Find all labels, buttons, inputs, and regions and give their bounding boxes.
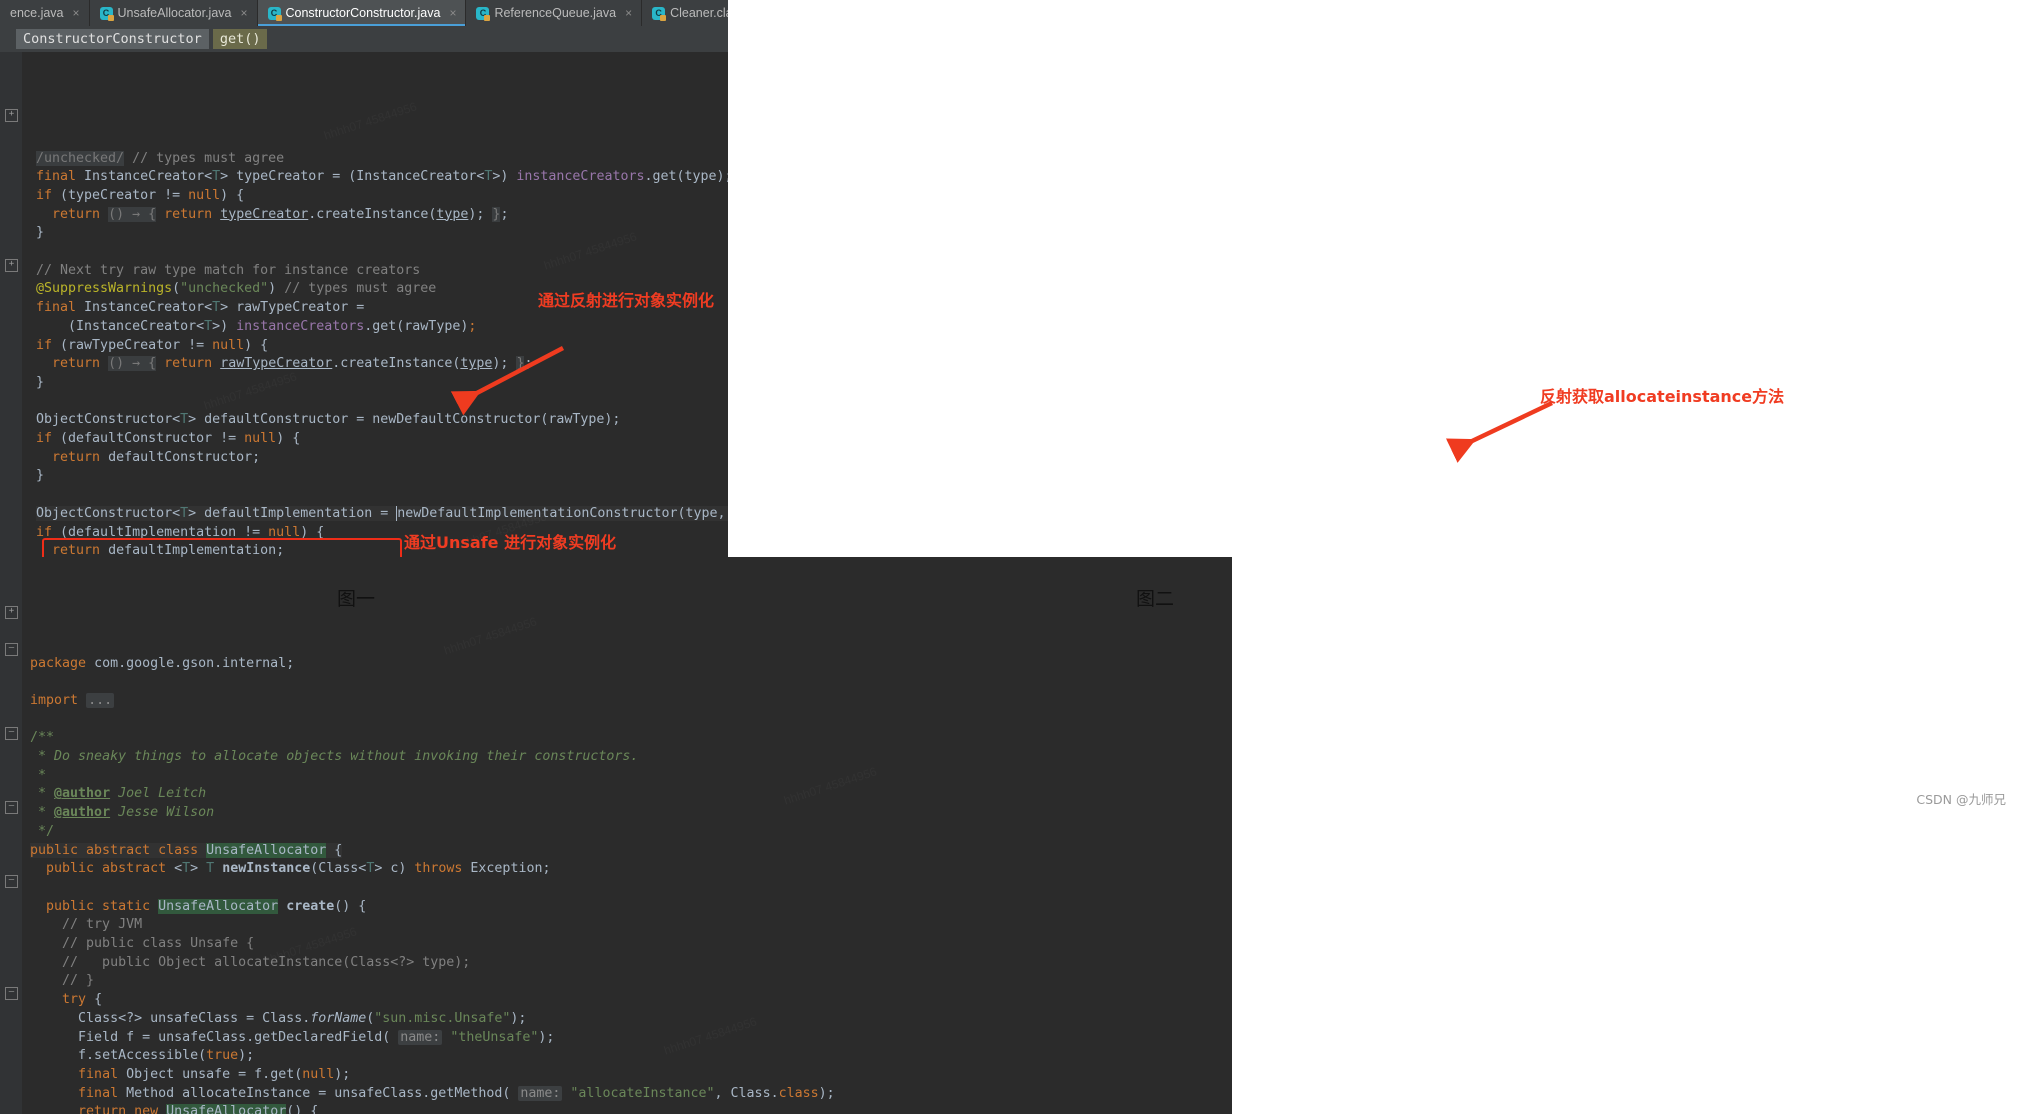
- reflection-arrow-icon: [455, 344, 575, 404]
- code-line: try {: [30, 992, 102, 1007]
- unsafe-annotation-label: 通过Unsafe 进行对象实例化: [404, 529, 616, 553]
- code-line: if (defaultConstructor != null) {: [36, 431, 300, 446]
- code-line: public static UnsafeAllocator create() {: [30, 899, 366, 914]
- code-line: }: [36, 375, 44, 390]
- tab-label: ence.java: [10, 6, 64, 20]
- right-ide-window: + – – – – – hhhh07 45844956 hhhh07 45844…: [0, 557, 1232, 1114]
- fold-toggle-icon[interactable]: –: [5, 987, 18, 1000]
- code-line: package com.google.gson.internal;: [30, 656, 294, 671]
- code-line: ObjectConstructor<T> defaultImplementati…: [36, 506, 728, 521]
- code-line: * Do sneaky things to allocate objects w…: [30, 749, 638, 764]
- code-line: // public class Unsafe {: [30, 936, 254, 951]
- code-line: // }: [30, 973, 94, 988]
- code-line: * @author Joel Leitch: [30, 786, 206, 801]
- editor-tab-constructorconstructor-java[interactable]: C ConstructorConstructor.java ×: [258, 0, 467, 26]
- caption-right: 图二: [1136, 584, 1174, 611]
- fold-toggle-icon[interactable]: –: [5, 801, 18, 814]
- java-class-icon: C: [100, 7, 113, 20]
- code-line: (InstanceCreator<T>) instanceCreators.ge…: [36, 319, 476, 334]
- code-line: return new UnsafeAllocator() {: [30, 1104, 318, 1114]
- fold-toggle-icon[interactable]: +: [5, 259, 18, 272]
- code-line: /**: [30, 730, 54, 745]
- code-line: */: [30, 824, 54, 839]
- fold-toggle-icon[interactable]: +: [5, 606, 18, 619]
- code-line: // public Object allocateInstance(Class<…: [30, 955, 470, 970]
- fold-toggle-icon[interactable]: –: [5, 875, 18, 888]
- breadcrumb: ConstructorConstructor get(): [0, 26, 728, 52]
- code-line: if (rawTypeCreator != null) {: [36, 338, 268, 353]
- watermark: CSDN @九师兄: [1916, 789, 2006, 808]
- code-line: // Next try raw type match for instance …: [36, 263, 420, 278]
- editor-tab-bar: ence.java × C UnsafeAllocator.java × C C…: [0, 0, 728, 26]
- left-ide-window: ence.java × C UnsafeAllocator.java × C C…: [0, 0, 728, 557]
- breadcrumb-method[interactable]: get(): [213, 29, 268, 49]
- tab-label: UnsafeAllocator.java: [118, 6, 232, 20]
- code-line: return defaultConstructor;: [36, 450, 260, 465]
- right-code-content[interactable]: hhhh07 45844956 hhhh07 45844956 hhhh07 4…: [22, 557, 1232, 1114]
- fold-toggle-icon[interactable]: –: [5, 727, 18, 740]
- tab-label: Cleaner.class: [670, 6, 728, 20]
- close-icon[interactable]: ×: [625, 6, 632, 20]
- reflection-annotation-label: 通过反射进行对象实例化: [538, 287, 714, 311]
- close-icon[interactable]: ×: [449, 6, 456, 20]
- editor-tab-cleaner-class[interactable]: C Cleaner.class ×: [642, 0, 728, 26]
- code-line: }: [36, 225, 44, 240]
- breadcrumb-class[interactable]: ConstructorConstructor: [16, 29, 209, 49]
- left-gutter[interactable]: + +: [0, 52, 22, 557]
- fold-toggle-icon[interactable]: +: [5, 109, 18, 122]
- code-line: }: [36, 468, 44, 483]
- code-line: Field f = unsafeClass.getDeclaredField( …: [30, 1030, 554, 1045]
- code-line: final Object unsafe = f.get(null);: [30, 1067, 350, 1082]
- java-class-icon: C: [268, 7, 281, 20]
- code-line: /unchecked/ // types must agree: [36, 151, 284, 166]
- allocateinstance-annotation-label: 反射获取allocateinstance方法: [1540, 383, 1784, 407]
- code-line: final InstanceCreator<T> typeCreator = (…: [36, 169, 728, 184]
- code-line: return () → { return typeCreator.createI…: [36, 207, 508, 222]
- fold-toggle-icon[interactable]: –: [5, 643, 18, 656]
- close-icon[interactable]: ×: [73, 6, 80, 20]
- editor-tab-reference-java[interactable]: ence.java ×: [0, 0, 90, 26]
- code-line: @SuppressWarnings("unchecked") // types …: [36, 281, 436, 296]
- java-class-icon: C: [652, 7, 665, 20]
- unsafe-highlight-box: [42, 538, 402, 557]
- tab-label: ReferenceQueue.java: [494, 6, 616, 20]
- code-line: final InstanceCreator<T> rawTypeCreator …: [36, 300, 364, 315]
- right-gutter[interactable]: + – – – – –: [0, 557, 22, 1114]
- close-icon[interactable]: ×: [240, 6, 247, 20]
- tab-label: ConstructorConstructor.java: [286, 6, 441, 20]
- code-line: public abstract class UnsafeAllocator {: [30, 843, 342, 858]
- editor-tab-referencequeue-java[interactable]: C ReferenceQueue.java ×: [466, 0, 642, 26]
- code-line: public abstract <T> T newInstance(Class<…: [30, 861, 550, 876]
- code-line: ObjectConstructor<T> defaultConstructor …: [36, 412, 620, 427]
- code-line: final Method allocateInstance = unsafeCl…: [30, 1086, 835, 1101]
- code-line: if (typeCreator != null) {: [36, 188, 244, 203]
- editor-tab-unsafeallocator-java[interactable]: C UnsafeAllocator.java ×: [90, 0, 258, 26]
- code-line: f.setAccessible(true);: [30, 1048, 254, 1063]
- code-line: // try JVM: [30, 917, 142, 932]
- code-line: Class<?> unsafeClass = Class.forName("su…: [30, 1011, 526, 1026]
- java-class-icon: C: [476, 7, 489, 20]
- code-line: *: [30, 768, 46, 783]
- caption-left: 图一: [337, 584, 375, 611]
- code-line: import ...: [30, 693, 114, 708]
- code-line: * @author Jesse Wilson: [30, 805, 214, 820]
